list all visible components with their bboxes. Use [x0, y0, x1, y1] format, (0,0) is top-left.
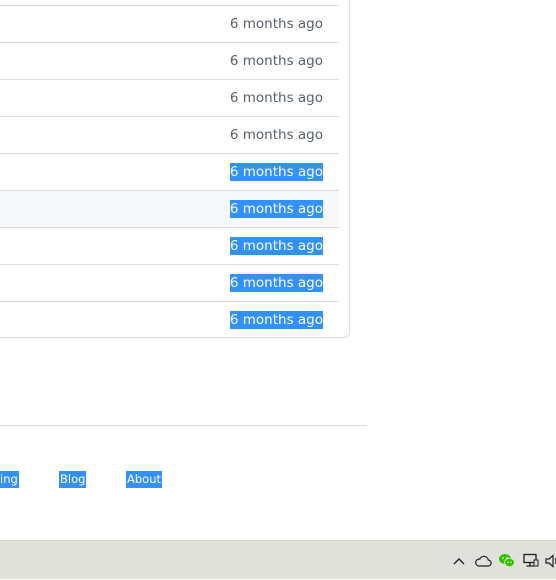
file-row[interactable]: 6 months ago	[0, 190, 339, 227]
footer-link-partial[interactable]: ing	[0, 471, 19, 488]
commit-age[interactable]: 6 months ago	[229, 274, 323, 292]
file-row[interactable]: 6 months ago	[0, 264, 339, 301]
footer-divider	[0, 425, 367, 426]
commit-age[interactable]: 6 months ago	[229, 163, 323, 181]
page-content: 6 months ago 6 months ago 6 months ago 6…	[0, 0, 556, 540]
commit-age[interactable]: 6 months ago	[230, 52, 323, 70]
onedrive-cloud-icon[interactable]	[473, 541, 493, 580]
footer-link-blog[interactable]: Blog	[59, 471, 87, 488]
commit-age[interactable]: 6 months ago	[230, 126, 323, 144]
file-row[interactable]: 6 months ago	[0, 5, 339, 42]
wechat-icon[interactable]	[497, 541, 517, 580]
commit-age[interactable]: 6 months ago	[229, 237, 323, 255]
chevron-up-icon[interactable]	[450, 541, 468, 580]
volume-icon[interactable]	[545, 541, 556, 580]
taskbar	[0, 540, 556, 579]
network-icon[interactable]	[521, 541, 541, 580]
commit-age[interactable]: 6 months ago	[230, 15, 323, 33]
footer-link-about[interactable]: About	[126, 471, 163, 488]
file-row[interactable]: 6 months ago	[0, 116, 339, 153]
file-row[interactable]: 6 months ago	[0, 227, 339, 264]
file-row[interactable]: 6 months ago	[0, 301, 339, 338]
commit-age[interactable]: 6 months ago	[229, 200, 323, 218]
commit-age[interactable]: 6 months ago	[230, 89, 323, 107]
file-row[interactable]: 6 months ago	[0, 153, 339, 190]
file-row[interactable]: 6 months ago	[0, 42, 339, 79]
file-row[interactable]: 6 months ago	[0, 79, 339, 116]
commit-age[interactable]: 6 months ago	[229, 311, 323, 329]
file-list: 6 months ago 6 months ago 6 months ago 6…	[0, 0, 350, 338]
